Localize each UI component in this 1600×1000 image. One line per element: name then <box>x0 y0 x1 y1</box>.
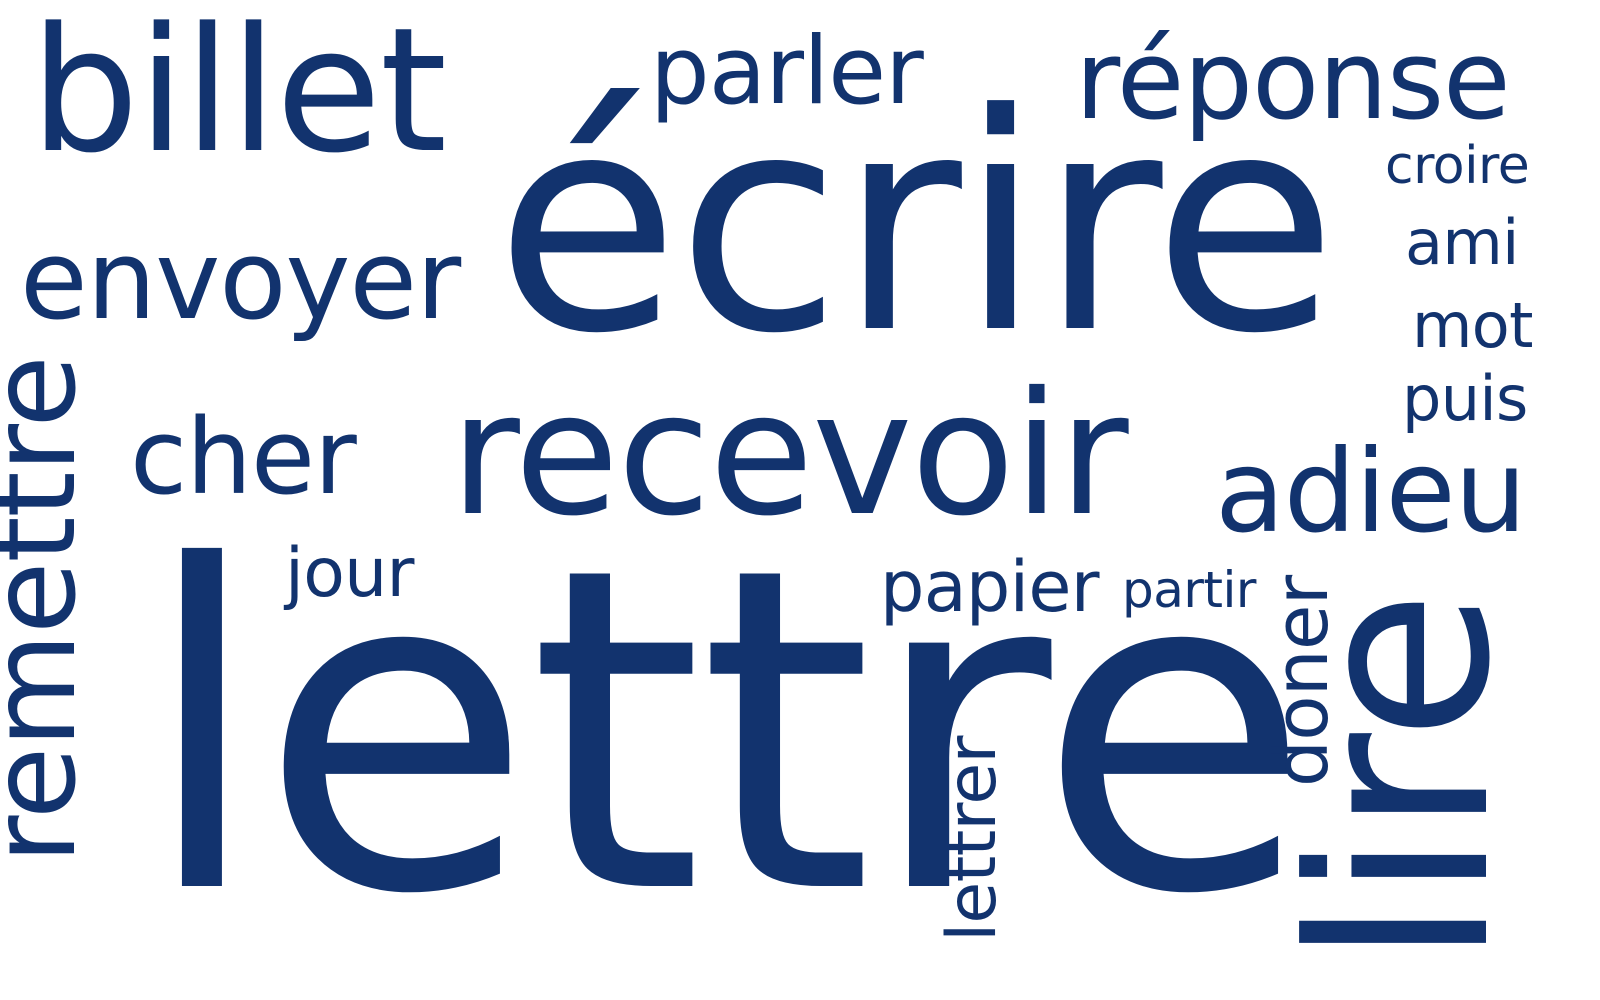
word-mot: mot <box>1412 289 1533 362</box>
word-billet: billet <box>30 0 447 191</box>
word-puis: puis <box>1402 362 1528 435</box>
word-ami: ami <box>1405 206 1519 279</box>
word-lettre: lettre <box>140 473 1311 991</box>
word-ecrire: écrire <box>495 50 1338 399</box>
word-cloud: billet parler réponse croire envoyer écr… <box>0 0 1600 1000</box>
word-lire: lire <box>1259 592 1545 966</box>
word-remettre: remettre <box>0 356 102 864</box>
word-envoyer: envoyer <box>20 216 461 344</box>
word-lettrer: lettrer <box>933 736 1012 942</box>
word-croire: croire <box>1385 136 1530 196</box>
